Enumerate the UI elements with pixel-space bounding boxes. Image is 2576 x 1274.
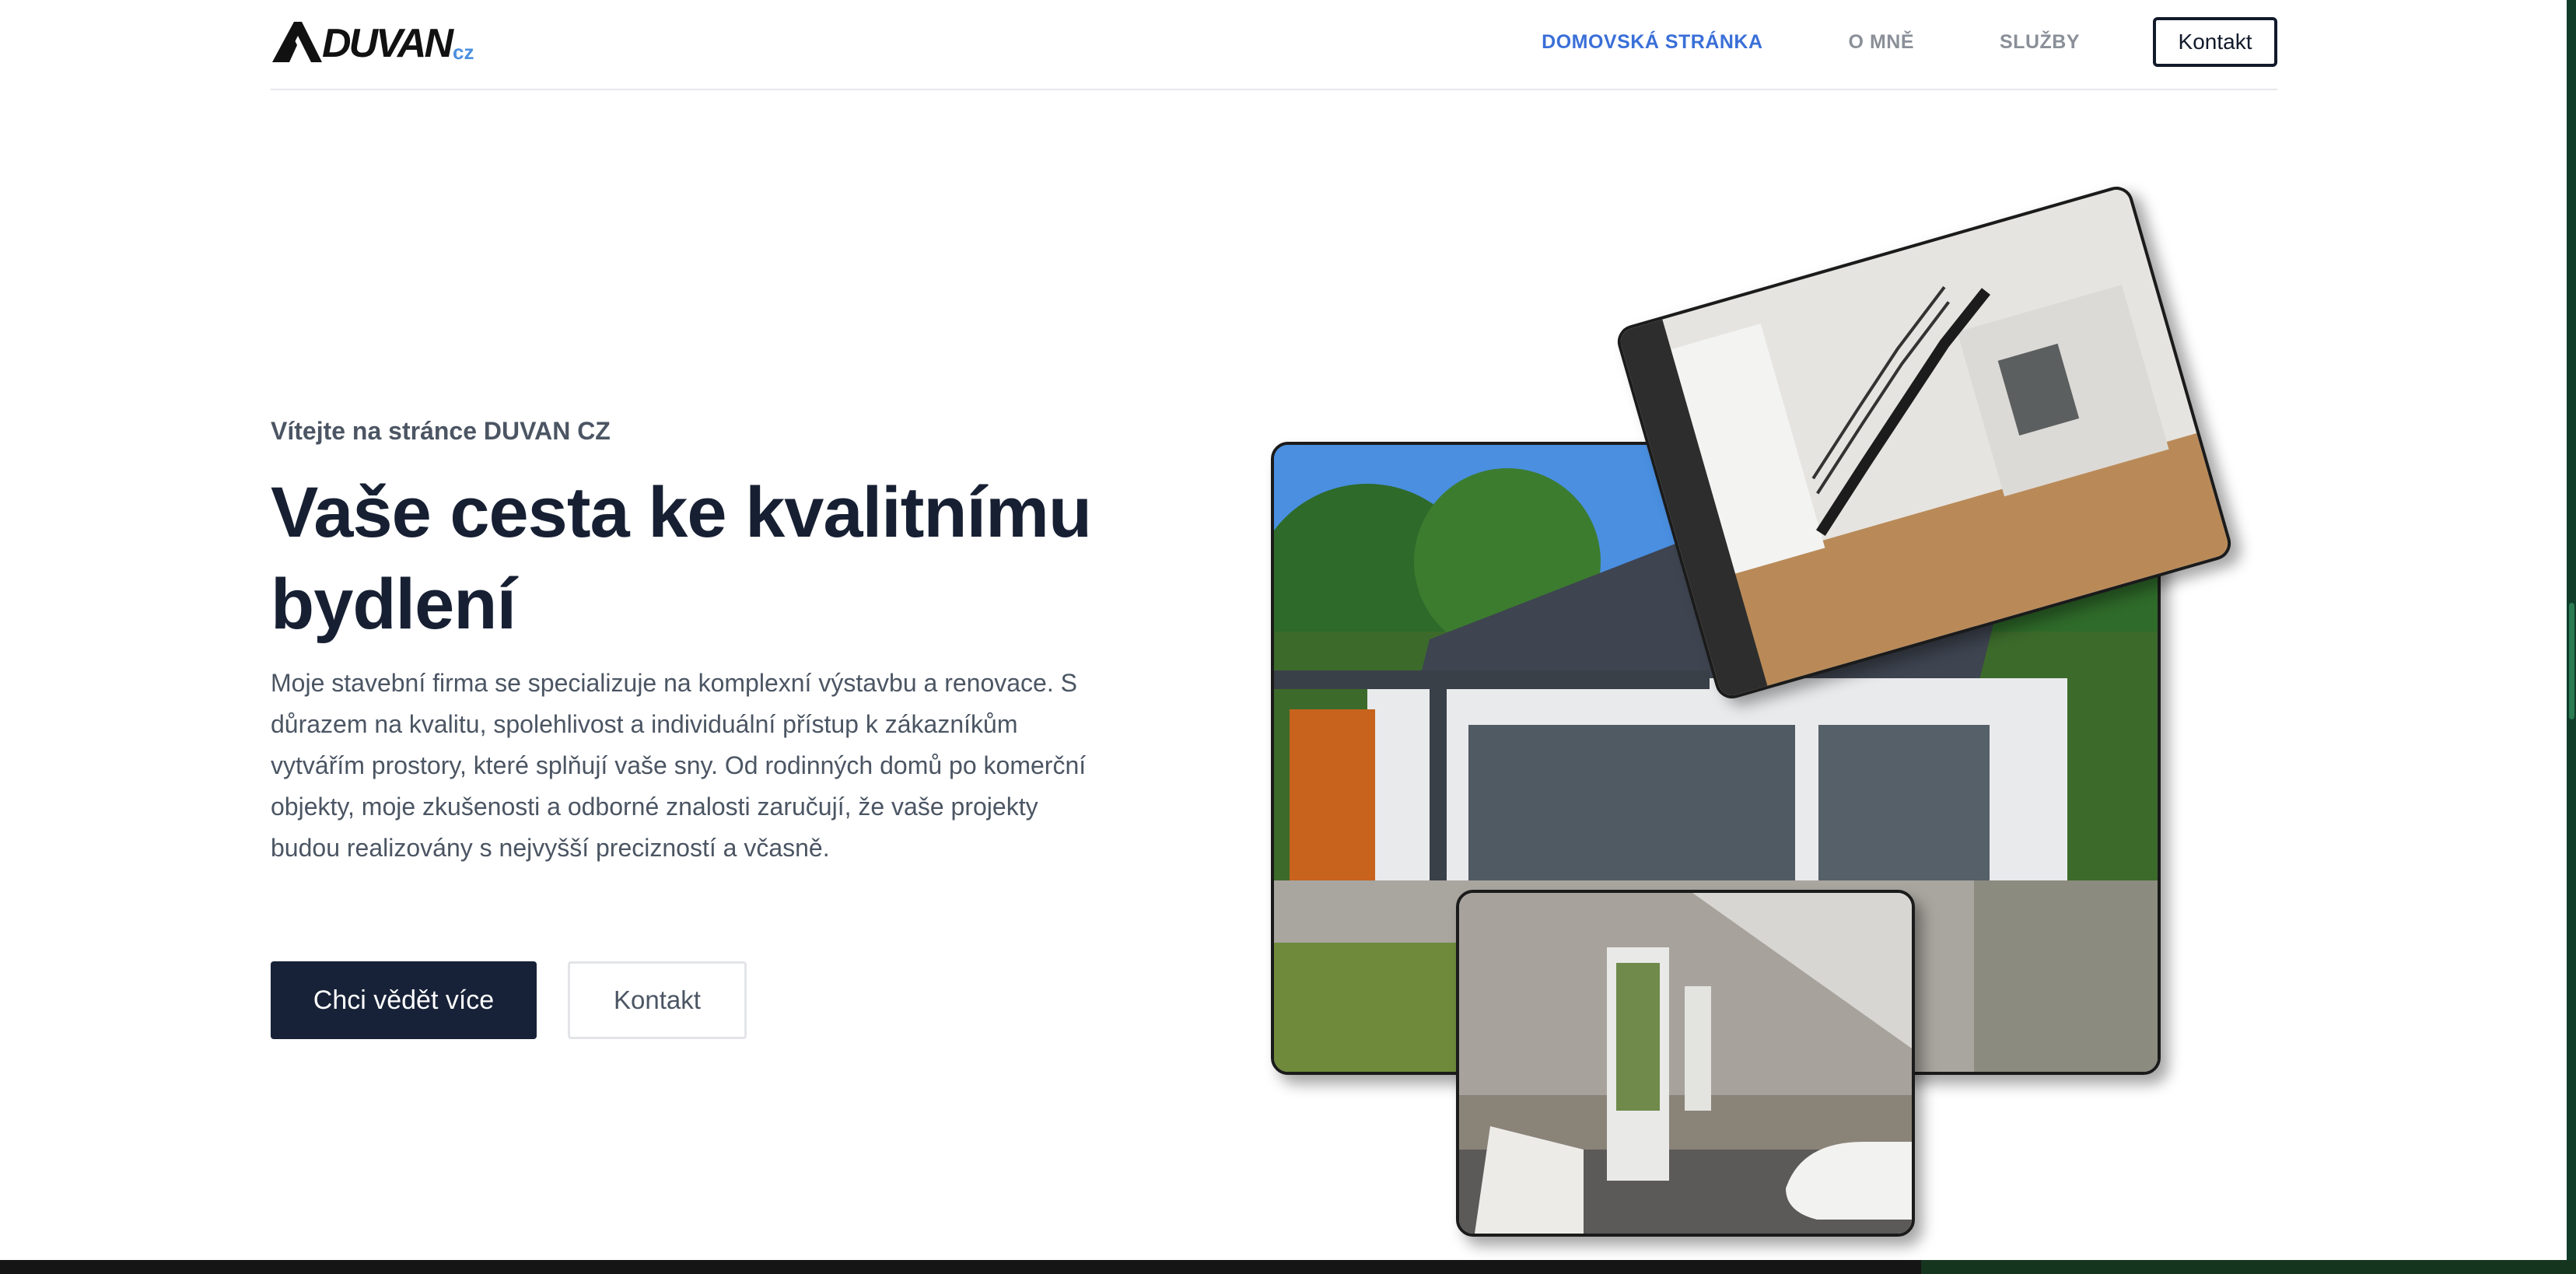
hero-headline-line2: bydlení xyxy=(271,565,516,644)
hero-headline-line1: Vaše cesta ke kvalitnímu xyxy=(271,473,1092,552)
browser-viewport: DUVAN cz DOMOVSKÁ STRÁNKA O MNĚ SLUŽBY K… xyxy=(0,0,2567,1260)
taskbar-strip xyxy=(1921,1260,2576,1274)
nav-link-about[interactable]: O MNĚ xyxy=(1849,31,1914,54)
scrollbar-thumb[interactable] xyxy=(2569,603,2574,719)
hero-contact-button[interactable]: Kontakt xyxy=(568,961,747,1039)
hero-headline: Vaše cesta ke kvalitnímu bydlení xyxy=(271,467,1204,650)
main-navigation: DOMOVSKÁ STRÁNKA O MNĚ SLUŽBY Kontakt xyxy=(1542,16,2277,68)
bathroom-photo xyxy=(1456,890,1915,1237)
hero-lead-text: Moje stavební firma se specializuje na k… xyxy=(271,669,1087,862)
site-logo[interactable]: DUVAN cz xyxy=(271,16,474,64)
logo-suffix: cz xyxy=(453,40,474,64)
learn-more-button[interactable]: Chci vědět více xyxy=(271,961,537,1039)
logo-mountain-icon xyxy=(272,22,322,62)
logo-wordmark: DUVAN xyxy=(322,21,453,66)
hero-eyebrow: Vítejte na stránce DUVAN CZ xyxy=(271,417,611,445)
nav-link-services[interactable]: SLUŽBY xyxy=(2000,31,2080,54)
nav-link-home[interactable]: DOMOVSKÁ STRÁNKA xyxy=(1542,31,1762,54)
nav-contact-button[interactable]: Kontakt xyxy=(2153,17,2277,67)
site-header: DUVAN cz DOMOVSKÁ STRÁNKA O MNĚ SLUŽBY K… xyxy=(271,0,2277,90)
window-bottom-edge xyxy=(0,1260,2576,1274)
